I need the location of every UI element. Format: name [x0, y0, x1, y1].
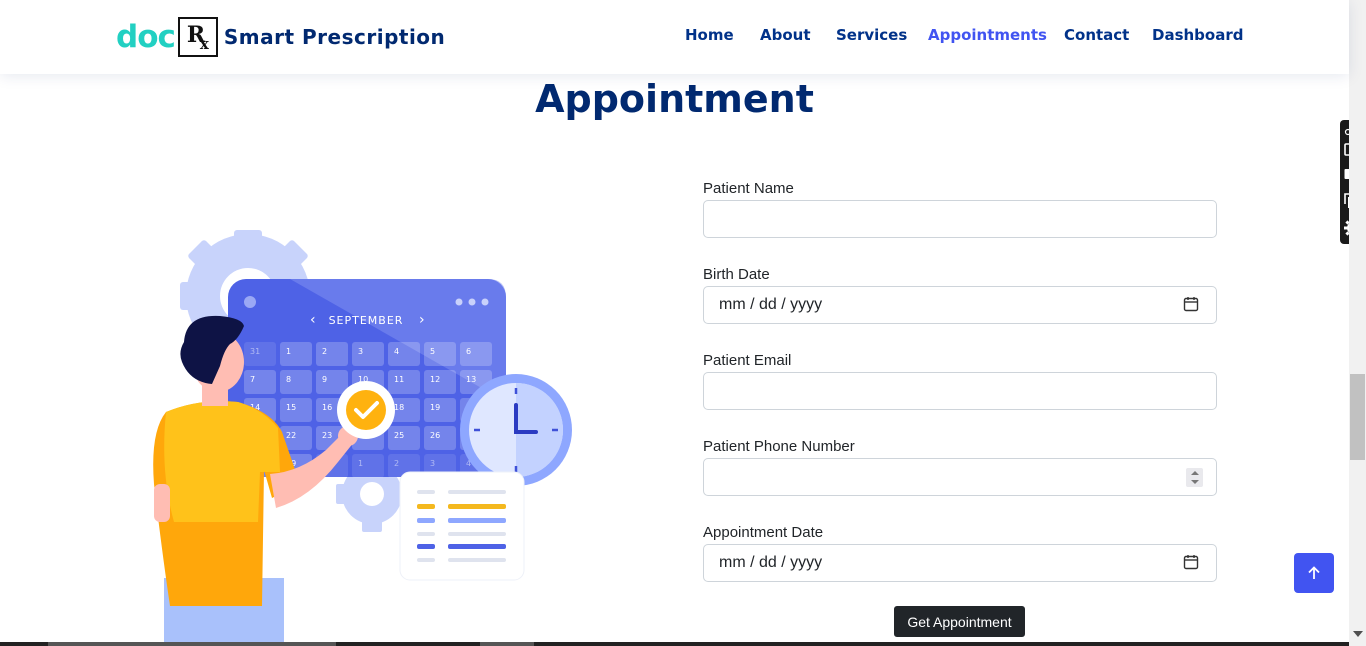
calendar-day-label: 4	[394, 347, 399, 356]
logo-rx-box: R x	[177, 17, 218, 57]
scroll-down-arrow-icon[interactable]	[1353, 631, 1363, 637]
bottom-edge-bar	[0, 642, 1349, 646]
calendar-day-label: 7	[250, 375, 255, 384]
nav-services[interactable]: Services	[836, 26, 907, 44]
logo-doc-text: doc	[116, 18, 176, 55]
appointment-date-input[interactable]: mm / dd / yyyy	[703, 544, 1217, 582]
calendar-day-cell	[460, 342, 492, 366]
calendar-day-label: 12	[430, 375, 440, 384]
calendar-day-label: 2	[394, 459, 399, 468]
appointment-illustration: ‹ SEPTEMBER › 31 1 2 3 4 5 6 7 8 9 10 11 12 13 14 15 16 1…	[140, 222, 580, 646]
patient-name-label: Patient Name	[703, 180, 794, 197]
calendar-day-cell	[316, 342, 348, 366]
get-appointment-button[interactable]: Get Appointment	[894, 606, 1025, 637]
brand-logo[interactable]: doc R x Smart Prescription	[116, 16, 445, 58]
patient-phone-label: Patient Phone Number	[703, 438, 855, 455]
calendar-icon[interactable]	[1183, 554, 1199, 570]
nav-about[interactable]: About	[760, 26, 811, 44]
patient-email-label: Patient Email	[703, 352, 792, 369]
birth-date-placeholder: mm / dd / yyyy	[719, 296, 823, 313]
calendar-day-label: 1	[286, 347, 291, 356]
patient-phone-input[interactable]	[703, 458, 1217, 496]
calendar-day-cell	[388, 342, 420, 366]
scrollbar-thumb[interactable]	[1350, 374, 1365, 460]
calendar-day-cell	[280, 370, 312, 394]
calendar-day-cell	[424, 342, 456, 366]
calendar-day-label: 5	[430, 347, 435, 356]
calendar-month-label: SEPTEMBER	[329, 314, 404, 327]
nav-dashboard[interactable]: Dashboard	[1152, 26, 1243, 44]
arrow-up-icon	[1308, 566, 1320, 579]
birth-date-input[interactable]: mm / dd / yyyy	[703, 286, 1217, 324]
patient-name-input[interactable]	[703, 200, 1217, 238]
calendar-day-label: 15	[286, 403, 296, 412]
brand-name: Smart Prescription	[223, 25, 446, 49]
calendar-day-label: 9	[322, 375, 327, 384]
calendar-day-cell	[316, 370, 348, 394]
calendar-day-label: 23	[322, 431, 332, 440]
calendar-day-label: 25	[394, 431, 404, 440]
logo-x: x	[199, 35, 209, 53]
svg-text:›: ›	[419, 312, 425, 328]
site-header: doc R x Smart Prescription Home About Se…	[0, 0, 1349, 74]
calendar-icon[interactable]	[1183, 296, 1199, 312]
nav-home[interactable]: Home	[685, 26, 734, 44]
calendar-day-label: 3	[430, 459, 435, 468]
calendar-day-label: 8	[286, 375, 291, 384]
calendar-day-label: 22	[286, 431, 296, 440]
calendar-day-label: 2	[322, 347, 327, 356]
calendar-day-label: 31	[250, 347, 260, 356]
calendar-day-label: 19	[430, 403, 440, 412]
birth-date-label: Birth Date	[703, 266, 770, 283]
calendar-day-cell	[280, 342, 312, 366]
calendar-day-label: 13	[466, 375, 476, 384]
appointment-date-placeholder: mm / dd / yyyy	[719, 554, 823, 571]
calendar-day-cell	[244, 370, 276, 394]
svg-text:‹: ‹	[310, 312, 316, 328]
appointment-date-label: Appointment Date	[703, 524, 824, 541]
calendar-day-label: 18	[394, 403, 404, 412]
nav-appointments[interactable]: Appointments	[928, 26, 1047, 44]
calendar-day-cell	[352, 342, 384, 366]
calendar-day-label: 26	[430, 431, 440, 440]
calendar-day-label: 6	[466, 347, 471, 356]
number-spinner[interactable]	[1186, 468, 1203, 487]
calendar-day-label: 3	[358, 347, 363, 356]
back-to-top-button[interactable]	[1294, 553, 1334, 593]
page-scrollbar[interactable]	[1349, 0, 1366, 646]
patient-email-input[interactable]	[703, 372, 1217, 410]
calendar-day-label: 1	[358, 459, 363, 468]
calendar-day-label: 16	[322, 403, 332, 412]
nav-contact[interactable]: Contact	[1064, 26, 1129, 44]
calendar-illustration: ‹ SEPTEMBER › 31 1 2 3 4 5 67 8 9 10 11 12 1314 15 16 1…	[153, 230, 572, 646]
page-title: Appointment	[535, 77, 814, 121]
calendar-day-cell	[352, 454, 384, 478]
task-card	[399, 471, 525, 581]
calendar-day-label: 11	[394, 375, 404, 384]
